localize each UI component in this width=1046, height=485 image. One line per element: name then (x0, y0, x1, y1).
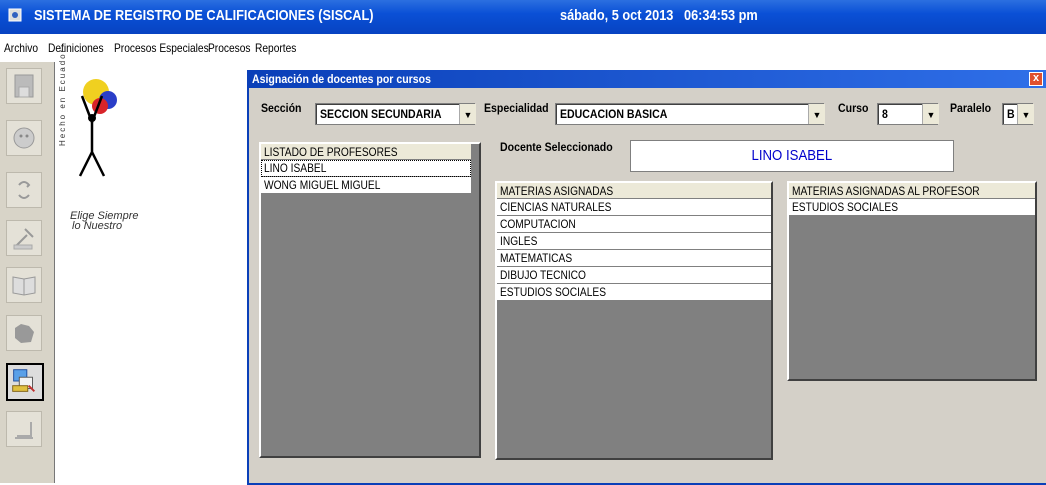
materias-list[interactable]: MATERIAS ASIGNADAS CIENCIAS NATURALES CO… (495, 181, 773, 460)
especialidad-label: Especialidad (484, 101, 549, 115)
menu-procesos-especiales[interactable]: Procesos Especiales (114, 41, 209, 55)
menu-archivo[interactable]: Archivo (4, 41, 38, 55)
save-icon (14, 74, 34, 98)
materias-profesor-list[interactable]: MATERIAS ASIGNADAS AL PROFESOR ESTUDIOS … (787, 181, 1037, 381)
docente-label: Docente Seleccionado (500, 140, 613, 154)
materias-profesor-header-text: MATERIAS ASIGNADAS AL PROFESOR (792, 184, 980, 198)
curso-select[interactable]: 8 ▼ (877, 103, 939, 125)
list-item-text: ESTUDIOS SOCIALES (792, 200, 898, 214)
map-icon (15, 324, 34, 343)
exit-button[interactable] (6, 411, 42, 447)
save-button[interactable] (6, 68, 42, 104)
close-icon: x (1032, 72, 1040, 84)
seccion-label: Sección (261, 101, 302, 115)
chevron-down-icon[interactable]: ▼ (922, 104, 939, 124)
assign-teachers-window: Asignación de docentes por cursos x Secc… (247, 70, 1046, 485)
exit-icon (15, 422, 33, 439)
chevron-down-icon[interactable]: ▼ (459, 104, 476, 124)
curso-value: 8 (882, 107, 888, 121)
sidebar-divider (54, 62, 55, 483)
list-item[interactable]: CIENCIAS NATURALES (497, 199, 771, 216)
title-bar: SISTEMA DE REGISTRO DE CALIFICACIONES (S… (0, 0, 1046, 34)
paralelo-label: Paralelo (950, 101, 992, 115)
list-item[interactable]: DIBUJO TECNICO (497, 267, 771, 284)
menu-reportes[interactable]: Reportes (255, 41, 296, 55)
book-icon (12, 276, 36, 296)
seccion-select[interactable]: SECCION SECUNDARIA ▼ (315, 103, 476, 125)
list-item-text: CIENCIAS NATURALES (500, 200, 612, 214)
tools-icon (13, 228, 34, 250)
app-title: SISTEMA DE REGISTRO DE CALIFICACIONES (S… (34, 7, 374, 24)
materias-header: MATERIAS ASIGNADAS (497, 183, 771, 199)
materias-header-text: MATERIAS ASIGNADAS (500, 184, 614, 198)
logo-slogan-line2: lo Nuestro (72, 220, 123, 232)
menu-procesos[interactable]: Procesos (208, 41, 251, 55)
list-item[interactable]: ESTUDIOS SOCIALES (789, 199, 1035, 216)
list-item-text: LINO ISABEL (264, 161, 327, 175)
assign-teachers-icon (12, 369, 36, 393)
map-button[interactable] (6, 315, 42, 351)
list-item[interactable]: ESTUDIOS SOCIALES (497, 284, 771, 301)
sidebar-toolbar (0, 62, 55, 483)
list-item[interactable]: WONG MIGUEL MIGUEL (261, 177, 471, 194)
list-item[interactable]: LINO ISABEL (261, 160, 471, 177)
list-item-text: DIBUJO TECNICO (500, 268, 586, 282)
list-item-text: INGLES (500, 234, 538, 248)
materias-profesor-header: MATERIAS ASIGNADAS AL PROFESOR (789, 183, 1035, 199)
menu-definiciones[interactable]: Definiciones (48, 41, 104, 55)
chevron-down-icon[interactable]: ▼ (1017, 104, 1034, 124)
time-display: 06:34:53 pm (684, 7, 758, 24)
chevron-down-icon[interactable]: ▼ (808, 104, 825, 124)
refresh-icon (18, 181, 31, 199)
paralelo-select[interactable]: B ▼ (1002, 103, 1034, 125)
list-item-text: COMPUTACION (500, 217, 576, 231)
book-button[interactable] (6, 267, 42, 303)
list-item-text: ESTUDIOS SOCIALES (500, 285, 606, 299)
profesores-header: LISTADO DE PROFESORES (261, 144, 471, 160)
curso-label: Curso (838, 101, 869, 115)
menu-bar: Archivo Definiciones Procesos Especiales… (0, 40, 1046, 58)
list-item[interactable]: INGLES (497, 233, 771, 250)
list-item-text: MATEMATICAS (500, 251, 573, 265)
date-display: sábado, 5 oct 2013 (560, 7, 674, 24)
paralelo-value: B (1007, 107, 1015, 121)
list-item[interactable]: MATEMATICAS (497, 250, 771, 267)
window-title: Asignación de docentes por cursos (252, 72, 431, 86)
list-item-text: WONG MIGUEL MIGUEL (264, 178, 381, 192)
user-button[interactable] (6, 120, 42, 156)
logo-vertical-text: Hecho en Ecuador (58, 47, 67, 146)
especialidad-value: EDUCACION BASICA (560, 107, 668, 121)
profesores-list[interactable]: LISTADO DE PROFESORES LINO ISABEL WONG M… (259, 142, 481, 458)
especialidad-select[interactable]: EDUCACION BASICA ▼ (555, 103, 825, 125)
assign-teachers-button[interactable] (6, 363, 44, 401)
docente-seleccionado-field: LINO ISABEL (630, 140, 954, 172)
refresh-button[interactable] (6, 172, 42, 208)
close-button[interactable]: x (1029, 72, 1043, 86)
seccion-value: SECCION SECUNDARIA (320, 107, 442, 121)
tools-button[interactable] (6, 220, 42, 256)
user-face-icon (13, 127, 35, 149)
window-caption: Asignación de docentes por cursos x (249, 70, 1046, 88)
list-item[interactable]: COMPUTACION (497, 216, 771, 233)
profesores-header-text: LISTADO DE PROFESORES (264, 145, 398, 159)
docente-value: LINO ISABEL (751, 147, 833, 164)
logo: Elige Siempre lo Nuestro Hecho en Ecuado… (56, 48, 138, 236)
app-icon (8, 8, 22, 22)
